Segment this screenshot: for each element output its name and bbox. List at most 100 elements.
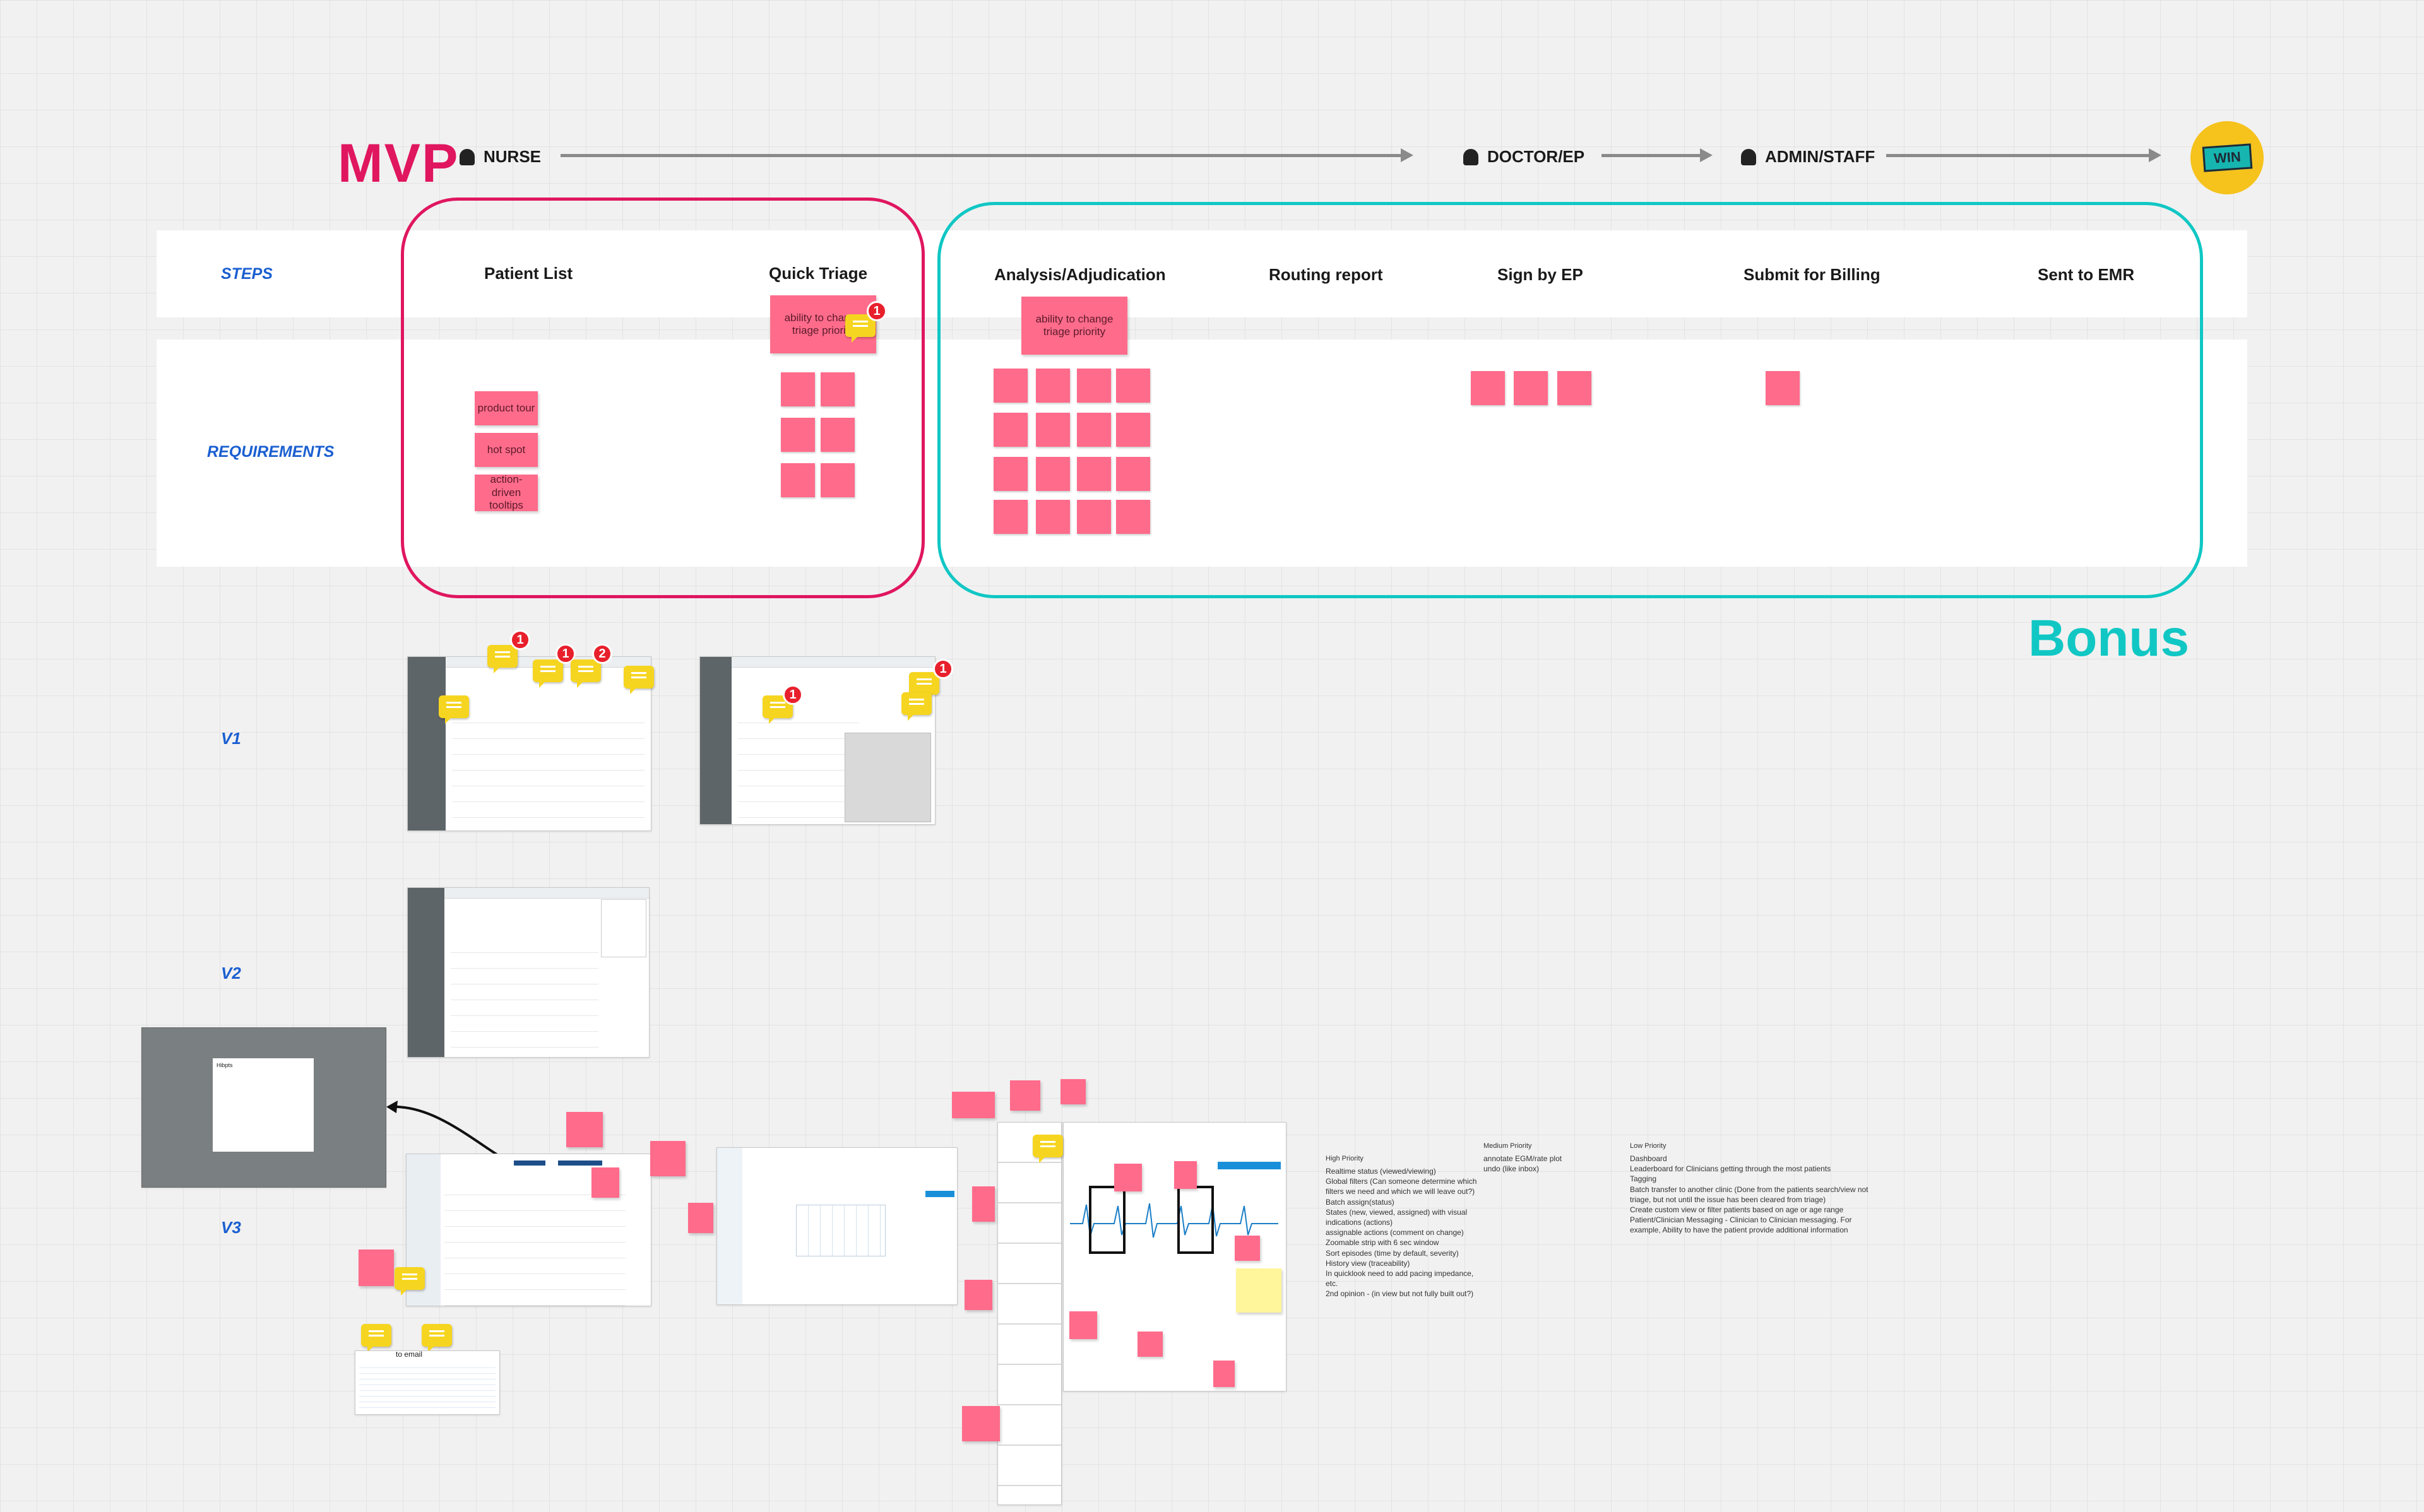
mini-sticky[interactable] bbox=[1077, 457, 1111, 491]
comment-icon[interactable] bbox=[624, 666, 654, 694]
mini-sticky[interactable] bbox=[781, 418, 815, 452]
flow-arrow bbox=[1886, 148, 2161, 162]
comment-icon[interactable] bbox=[395, 1267, 425, 1296]
low-priority-note: Low Priority Dashboard Leaderboard for C… bbox=[1630, 1142, 1882, 1236]
sticky-note[interactable] bbox=[965, 1280, 992, 1310]
mini-sticky[interactable] bbox=[1116, 369, 1150, 403]
mini-sticky[interactable] bbox=[781, 372, 815, 406]
priority-item: 2nd opinion - (in view but not fully bui… bbox=[1326, 1289, 1474, 1299]
comment-icon[interactable] bbox=[487, 645, 518, 673]
sticky-note[interactable] bbox=[1213, 1361, 1235, 1387]
sticky-note[interactable] bbox=[1069, 1311, 1097, 1339]
mini-sticky[interactable] bbox=[1077, 369, 1111, 403]
mini-sticky[interactable] bbox=[1557, 371, 1591, 405]
v1-quick-triage-screenshot[interactable] bbox=[699, 656, 936, 825]
mini-sticky[interactable] bbox=[994, 500, 1028, 534]
mini-sticky[interactable] bbox=[994, 369, 1028, 403]
mini-sticky[interactable] bbox=[1116, 457, 1150, 491]
sticky-note[interactable] bbox=[962, 1406, 1000, 1441]
mini-sticky[interactable] bbox=[821, 372, 855, 406]
role-doctor: DOCTOR/EP bbox=[1463, 147, 1584, 167]
mini-sticky[interactable] bbox=[1036, 413, 1070, 447]
win-badge-icon: WIN bbox=[2195, 126, 2259, 189]
header-bar bbox=[558, 1161, 602, 1166]
mini-sticky[interactable] bbox=[1077, 413, 1111, 447]
step-sent-to-emr: Sent to EMR bbox=[2038, 265, 2135, 284]
v2-patient-list-screenshot[interactable] bbox=[407, 887, 650, 1058]
popup-dialog: Hibpts bbox=[213, 1058, 314, 1152]
sticky-note[interactable] bbox=[688, 1203, 713, 1233]
step-routing-report: Routing report bbox=[1269, 265, 1383, 284]
sticky-note[interactable] bbox=[1138, 1332, 1163, 1357]
low-priority-title: Low Priority bbox=[1630, 1142, 1666, 1150]
comment-count-badge: 1 bbox=[510, 630, 530, 650]
priority-item: Zoomable strip with 6 sec window bbox=[1326, 1238, 1439, 1248]
mini-sticky[interactable] bbox=[1471, 371, 1505, 405]
version-label-v3: V3 bbox=[221, 1218, 241, 1237]
comment-icon[interactable] bbox=[901, 692, 932, 721]
yellow-sticky-note[interactable] bbox=[1236, 1268, 1281, 1313]
mini-sticky[interactable] bbox=[1036, 369, 1070, 403]
mini-sticky[interactable] bbox=[1766, 371, 1800, 405]
sticky-note[interactable]: ability to change triage priority bbox=[1021, 297, 1127, 355]
role-nurse-label: NURSE bbox=[484, 147, 542, 166]
comment-icon[interactable] bbox=[909, 672, 939, 700]
sticky-note[interactable] bbox=[591, 1167, 619, 1198]
sticky-note[interactable]: hot spot bbox=[475, 433, 538, 467]
mini-sticky[interactable] bbox=[1116, 500, 1150, 534]
priority-item: Sort episodes (time by default, severity… bbox=[1326, 1248, 1459, 1258]
comment-count-badge: 2 bbox=[592, 644, 612, 664]
priority-item: Batch assign(status) bbox=[1326, 1197, 1394, 1207]
email-modal-screenshot[interactable]: to email bbox=[355, 1350, 500, 1415]
role-admin: ADMIN/STAFF bbox=[1741, 147, 1875, 167]
role-nurse: NURSE bbox=[460, 147, 541, 167]
sticky-note[interactable]: action-driven tooltips bbox=[475, 475, 538, 511]
mini-sticky[interactable] bbox=[1116, 413, 1150, 447]
comment-count-badge: 1 bbox=[867, 301, 887, 321]
sticky-note[interactable] bbox=[566, 1112, 603, 1147]
sticky-note[interactable] bbox=[650, 1141, 686, 1176]
mini-sticky[interactable] bbox=[781, 463, 815, 497]
sticky-note[interactable] bbox=[972, 1186, 995, 1222]
sticky-note[interactable]: product tour bbox=[475, 391, 538, 425]
v3-patient-detail-screenshot[interactable] bbox=[716, 1147, 958, 1305]
comment-icon[interactable] bbox=[571, 659, 601, 688]
step-patient-list: Patient List bbox=[484, 264, 573, 283]
comment-icon[interactable] bbox=[439, 695, 469, 724]
comment-icon[interactable] bbox=[361, 1324, 391, 1352]
mini-sticky[interactable] bbox=[1036, 457, 1070, 491]
bonus-label: Bonus bbox=[2028, 610, 2190, 667]
comment-icon[interactable] bbox=[533, 659, 563, 688]
mini-sticky[interactable] bbox=[994, 413, 1028, 447]
sticky-note[interactable] bbox=[1010, 1080, 1040, 1111]
comment-icon[interactable] bbox=[1033, 1135, 1063, 1163]
sticky-note[interactable] bbox=[1060, 1079, 1086, 1104]
ecg-strip-list[interactable] bbox=[997, 1122, 1062, 1505]
priority-item: Tagging bbox=[1630, 1174, 1657, 1184]
step-analysis: Analysis/Adjudication bbox=[994, 265, 1166, 284]
action-button[interactable] bbox=[925, 1191, 954, 1197]
doctor-icon bbox=[1463, 148, 1478, 165]
sticky-note[interactable] bbox=[1174, 1161, 1197, 1189]
requirements-row-label: REQUIREMENTS bbox=[207, 443, 335, 461]
mini-sticky[interactable] bbox=[1514, 371, 1548, 405]
sticky-note[interactable] bbox=[1114, 1164, 1142, 1191]
flow-arrow bbox=[1601, 148, 1713, 162]
mini-sticky[interactable] bbox=[821, 418, 855, 452]
sticky-note[interactable] bbox=[952, 1092, 995, 1118]
toolbar-button[interactable] bbox=[1218, 1162, 1281, 1169]
priority-item: Leaderboard for Clinicians getting throu… bbox=[1630, 1164, 1831, 1174]
sticky-note[interactable] bbox=[1235, 1236, 1260, 1261]
role-doctor-label: DOCTOR/EP bbox=[1487, 147, 1585, 166]
comment-icon[interactable] bbox=[422, 1324, 452, 1352]
mini-sticky[interactable] bbox=[1036, 500, 1070, 534]
mini-sticky[interactable] bbox=[821, 463, 855, 497]
role-admin-label: ADMIN/STAFF bbox=[1765, 147, 1875, 166]
v1-patient-list-screenshot[interactable] bbox=[407, 656, 651, 831]
mini-sticky[interactable] bbox=[1077, 500, 1111, 534]
v3-overlay-screenshot[interactable]: Hibpts bbox=[141, 1027, 386, 1188]
mini-sticky[interactable] bbox=[994, 457, 1028, 491]
sticky-note[interactable] bbox=[359, 1249, 394, 1286]
priority-item: States (new, viewed, assigned) with visu… bbox=[1326, 1207, 1468, 1227]
detail-panel bbox=[845, 733, 931, 822]
